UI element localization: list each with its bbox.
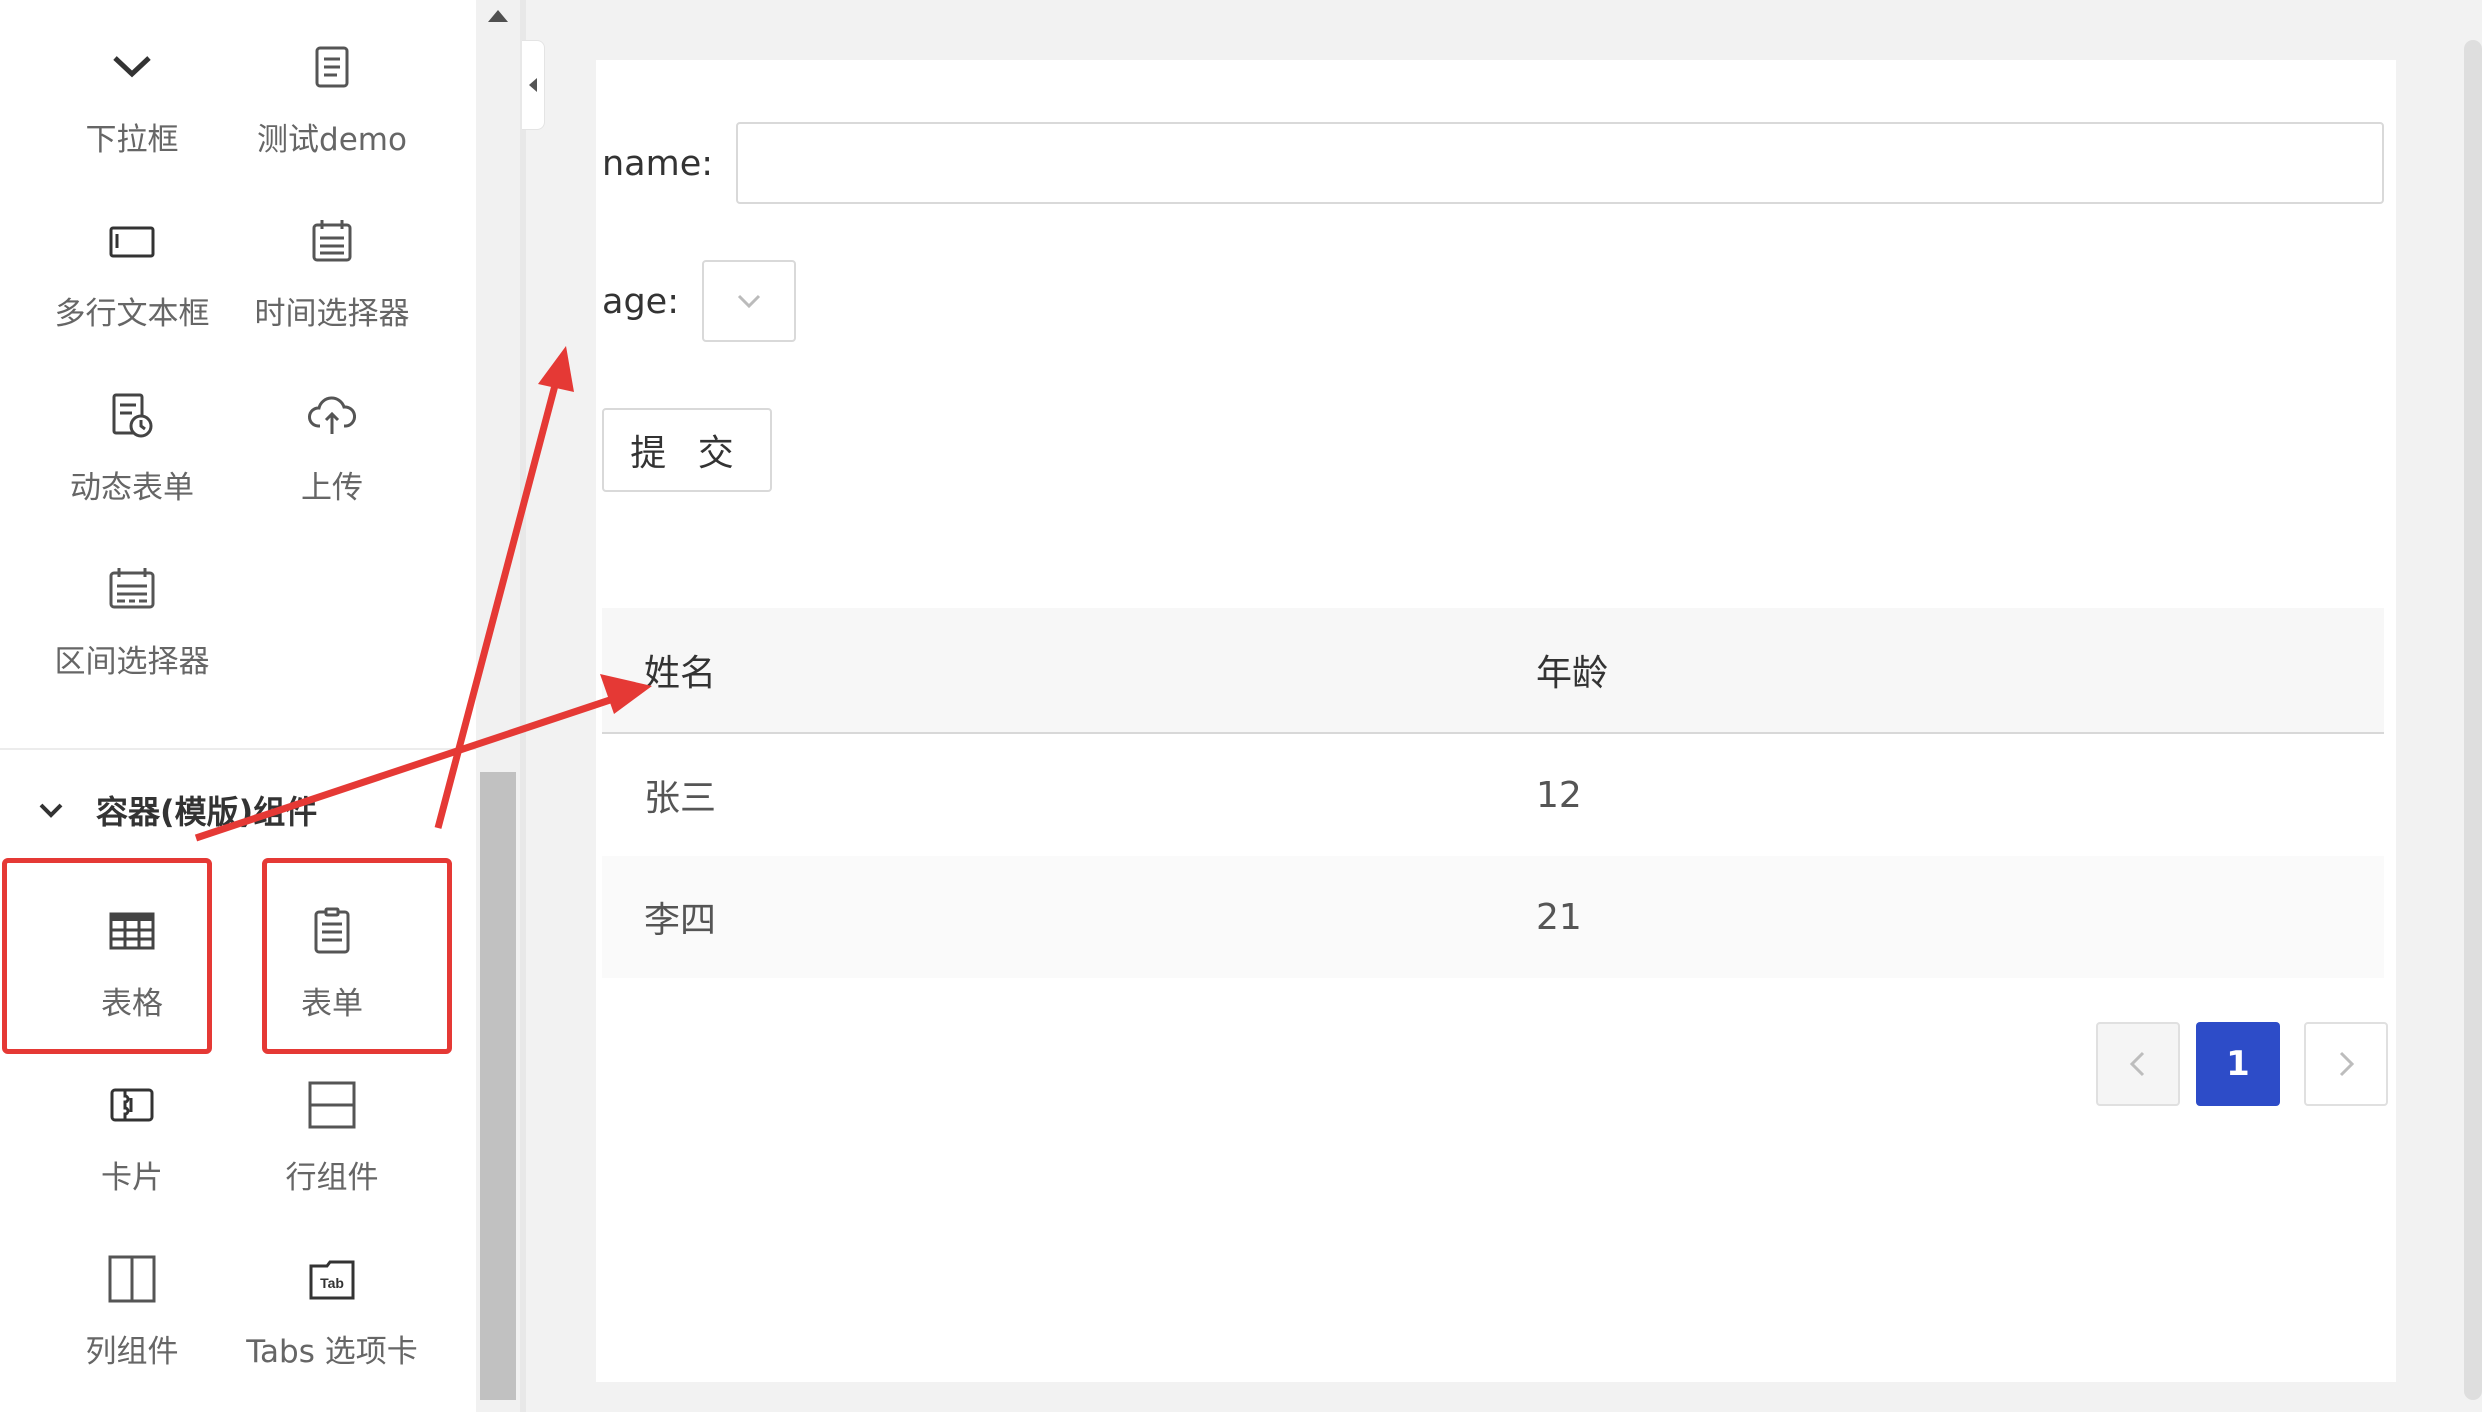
palette-item-card[interactable]: 卡片 <box>32 1050 232 1200</box>
document-icon <box>303 38 361 96</box>
pagination-next-button[interactable] <box>2304 1022 2388 1106</box>
collapse-sidebar-button[interactable] <box>522 40 545 130</box>
table-row: 张三 12 <box>602 734 2384 856</box>
palette-item-upload[interactable]: 上传 <box>232 360 432 510</box>
name-label: name: <box>602 144 714 184</box>
group-title: 容器(模版)组件 <box>96 793 318 831</box>
dynamic-form-icon <box>103 386 161 444</box>
arrowhead <box>538 346 574 392</box>
palette-item-range-picker[interactable]: 区间选择器 <box>32 534 232 684</box>
palette-item-label: 卡片 <box>101 1160 163 1196</box>
palette-item-textarea[interactable]: 多行文本框 <box>32 186 232 336</box>
palette-item-tabs[interactable]: Tab Tabs 选项卡 <box>232 1224 432 1374</box>
scroll-thumb[interactable] <box>480 772 516 1400</box>
palette-item-label: 上传 <box>301 470 363 506</box>
column-header-age: 年龄 <box>1536 653 1609 694</box>
panel-divider <box>520 0 526 1412</box>
chevron-down-icon <box>737 294 761 309</box>
table-header-row: 姓名 年龄 <box>602 608 2384 734</box>
container-group-header[interactable]: 容器(模版)组件 <box>36 786 317 834</box>
canvas-scrollbar[interactable] <box>2464 40 2482 1400</box>
age-label: age: <box>602 282 679 322</box>
row-icon <box>303 1076 361 1134</box>
table-cell: 12 <box>1536 774 1582 816</box>
palette-item-label: 行组件 <box>285 1160 379 1196</box>
palette-item-dynamic-form[interactable]: 动态表单 <box>32 360 232 510</box>
form-highlight-box <box>262 858 452 1054</box>
caret-left-icon <box>529 78 537 92</box>
palette-item-time-picker[interactable]: 时间选择器 <box>232 186 432 336</box>
submit-button[interactable]: 提 交 <box>602 408 772 492</box>
pagination-prev-button[interactable] <box>2096 1022 2180 1106</box>
pagination-page-1[interactable]: 1 <box>2196 1022 2280 1106</box>
svg-text:Tab: Tab <box>320 1275 344 1291</box>
calendar-icon <box>303 212 361 270</box>
column-header-name: 姓名 <box>644 653 717 694</box>
chevron-down-icon <box>39 803 63 818</box>
component-palette: 下拉框 测试demo 多行文本框 时间选择器 动态表单 上传 区间选择器 容器(… <box>0 0 476 1412</box>
palette-item-label: Tabs 选项卡 <box>246 1334 418 1370</box>
table-row: 李四 21 <box>602 856 2384 978</box>
chevron-left-icon <box>2129 1051 2145 1077</box>
palette-item-label: 多行文本框 <box>54 296 210 332</box>
textarea-icon <box>103 212 161 270</box>
palette-item-test-demo[interactable]: 测试demo <box>232 12 432 162</box>
scroll-up-arrow[interactable] <box>488 10 508 22</box>
palette-item-label: 时间选择器 <box>254 296 410 332</box>
palette-item-column[interactable]: 列组件 <box>32 1224 232 1374</box>
name-input[interactable] <box>736 122 2384 204</box>
range-calendar-icon <box>103 560 161 618</box>
tabs-icon: Tab <box>303 1250 361 1308</box>
cloud-upload-icon <box>303 386 361 444</box>
chevron-right-icon <box>2339 1051 2355 1077</box>
table-highlight-box <box>2 858 212 1054</box>
palette-item-label: 下拉框 <box>85 122 179 158</box>
palette-item-label: 列组件 <box>85 1334 179 1370</box>
palette-item-label: 区间选择器 <box>54 644 210 680</box>
chevron-down-icon <box>103 38 161 96</box>
palette-item-label: 测试demo <box>257 122 407 158</box>
table-cell: 李四 <box>644 900 717 941</box>
design-canvas: name: age: 提 交 姓名 年龄 张三 12 李四 21 1 <box>596 60 2396 1382</box>
palette-item-label: 动态表单 <box>70 470 194 506</box>
table-cell: 21 <box>1536 896 1582 938</box>
palette-item-row[interactable]: 行组件 <box>232 1050 432 1200</box>
data-table: 姓名 年龄 张三 12 李四 21 <box>602 608 2384 978</box>
card-icon <box>103 1076 161 1134</box>
section-divider <box>0 748 476 750</box>
age-select[interactable] <box>702 260 796 342</box>
table-cell: 张三 <box>644 778 717 819</box>
column-icon <box>103 1250 161 1308</box>
palette-item-select[interactable]: 下拉框 <box>32 12 232 162</box>
sidebar-scrollbar[interactable] <box>476 0 520 1412</box>
